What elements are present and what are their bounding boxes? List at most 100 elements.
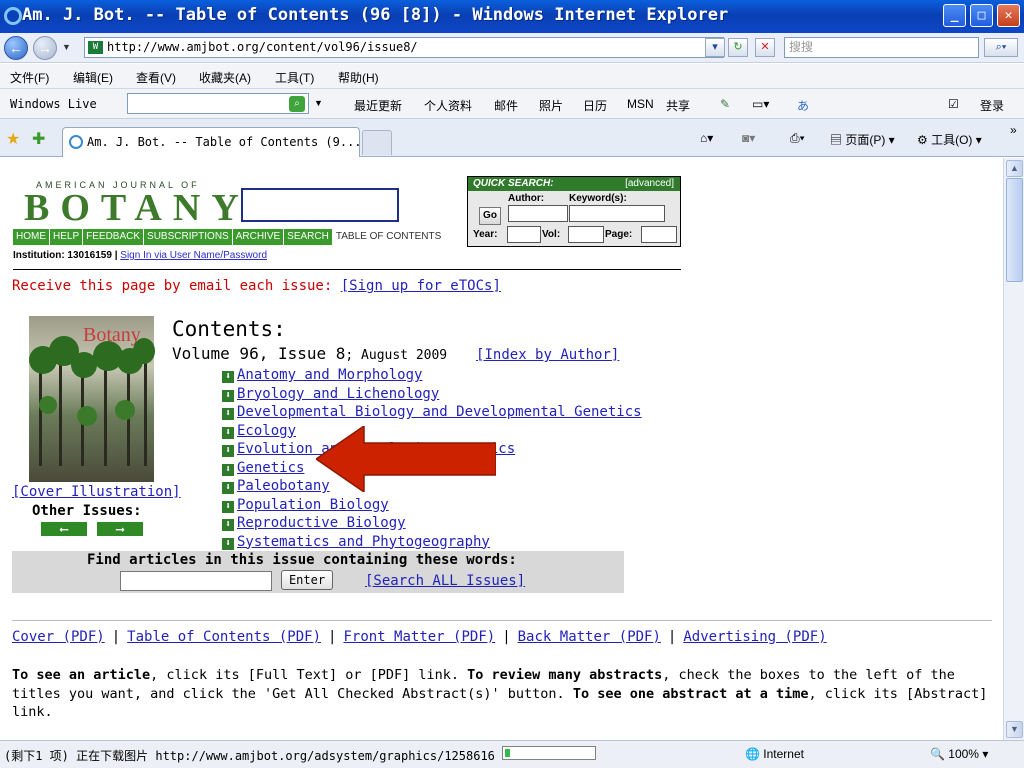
new-tab-button[interactable] <box>362 130 392 155</box>
wl-edit-icon[interactable]: ✎ <box>720 97 730 111</box>
menu-edit[interactable]: 编辑(E) <box>73 69 113 86</box>
scroll-down-icon[interactable]: ▼ <box>1006 721 1023 738</box>
wl-link-mail[interactable]: 邮件 <box>494 97 518 114</box>
section-link[interactable]: Systematics and Phytogeography <box>237 534 490 550</box>
wl-checkbox-icon[interactable]: ☑ <box>948 97 959 111</box>
nav-archive[interactable]: ARCHIVE <box>232 229 284 245</box>
section-jump-arrow-icon[interactable]: ⬇ <box>222 371 234 383</box>
section-link[interactable]: Population Biology <box>237 497 389 513</box>
feeds-icon[interactable]: ◙▾ <box>742 131 755 145</box>
add-favorite-icon[interactable]: ✚ <box>32 129 45 149</box>
maximize-button[interactable]: □ <box>970 4 993 27</box>
advertising-pdf-link[interactable]: Advertising (PDF) <box>683 629 826 645</box>
menu-view[interactable]: 查看(V) <box>136 69 176 86</box>
nav-help[interactable]: HELP <box>50 229 83 245</box>
section-jump-arrow-icon[interactable]: ⬇ <box>222 519 234 531</box>
etoc-signup-link[interactable]: [Sign up for eTOCs] <box>341 278 501 294</box>
zoom-control[interactable]: 🔍 100% ▾ <box>930 747 988 761</box>
refresh-button[interactable]: ↻ <box>728 38 748 57</box>
section-link[interactable]: Ecology <box>237 423 296 439</box>
search-input[interactable]: 搜搜 <box>784 37 979 58</box>
wl-link-profile[interactable]: 个人资料 <box>424 97 472 114</box>
wl-link-share[interactable]: 共享 <box>666 97 690 114</box>
year-label: Year: <box>473 229 498 240</box>
chevron-more-icon[interactable]: » <box>1010 123 1017 137</box>
section-jump-arrow-icon[interactable]: ⬇ <box>222 408 234 420</box>
wl-translate-icon[interactable]: あ <box>797 97 809 114</box>
window-title-bar[interactable]: e Am. J. Bot. -- Table of Contents (96 [… <box>0 0 1024 33</box>
search-all-issues-link[interactable]: [Search ALL Issues] <box>365 573 525 589</box>
back-button[interactable]: ← <box>4 36 28 60</box>
back-matter-pdf-link[interactable]: Back Matter (PDF) <box>518 629 661 645</box>
menu-help[interactable]: 帮助(H) <box>338 69 379 86</box>
cover-pdf-link[interactable]: Cover (PDF) <box>12 629 105 645</box>
minimize-button[interactable]: _ <box>943 4 966 27</box>
close-button[interactable]: ✕ <box>997 4 1020 27</box>
section-link[interactable]: Developmental Biology and Developmental … <box>237 404 642 420</box>
nav-feedback[interactable]: FEEDBACK <box>83 229 144 245</box>
previous-issue-arrow-icon[interactable]: ⟵ <box>41 522 87 536</box>
cover-illustration-link[interactable]: [Cover Illustration] <box>12 484 181 500</box>
vertical-scrollbar[interactable]: ▲ ▼ <box>1003 158 1024 740</box>
cover-image[interactable]: Botany <box>29 316 155 482</box>
toc-pdf-link[interactable]: Table of Contents (PDF) <box>127 629 321 645</box>
advanced-search-link[interactable]: [advanced] <box>625 178 674 189</box>
print-icon[interactable]: ⎙▾ <box>790 131 805 146</box>
nav-search[interactable]: SEARCH <box>284 229 332 245</box>
nav-table-of-contents[interactable]: TABLE OF CONTENTS <box>332 229 445 245</box>
journal-logo[interactable]: BOTANY <box>24 186 250 230</box>
wl-login[interactable]: 登录 <box>980 97 1004 114</box>
year-input[interactable] <box>507 226 541 243</box>
favorites-star-icon[interactable]: ★ <box>6 129 20 149</box>
stop-button[interactable]: ✕ <box>755 38 775 57</box>
tools-menu[interactable]: ⚙ 工具(O) ▾ <box>917 131 982 148</box>
author-input[interactable] <box>508 205 568 222</box>
section-link[interactable]: Bryology and Lichenology <box>237 386 439 402</box>
section-jump-arrow-icon[interactable]: ⬇ <box>222 445 234 457</box>
menu-favorites[interactable]: 收藏夹(A) <box>199 69 251 86</box>
section-jump-arrow-icon[interactable]: ⬇ <box>222 426 234 439</box>
section-jump-arrow-icon[interactable]: ⬇ <box>222 463 234 476</box>
section-jump-arrow-icon[interactable]: ⬇ <box>222 389 234 402</box>
wl-link-msn[interactable]: MSN <box>627 97 654 111</box>
find-enter-button[interactable]: Enter <box>281 570 333 590</box>
windows-live-search-input[interactable] <box>127 93 309 114</box>
vol-input[interactable] <box>568 226 604 243</box>
wl-link-calendar[interactable]: 日历 <box>583 97 607 114</box>
signin-link[interactable]: Sign In via User Name/Password <box>120 250 267 261</box>
page-menu[interactable]: ▤ 页面(P) ▾ <box>830 131 895 148</box>
wl-link-updates[interactable]: 最近更新 <box>354 97 402 114</box>
section-link[interactable]: Anatomy and Morphology <box>237 367 422 383</box>
scroll-up-icon[interactable]: ▲ <box>1006 160 1023 177</box>
banner-ad-box[interactable] <box>241 188 399 222</box>
page-input[interactable] <box>641 226 677 243</box>
nav-home[interactable]: HOME <box>13 229 49 245</box>
forward-button[interactable]: → <box>33 36 57 60</box>
section-link[interactable]: Genetics <box>237 460 304 476</box>
quick-search-go-button[interactable]: Go <box>479 207 501 225</box>
front-matter-pdf-link[interactable]: Front Matter (PDF) <box>343 629 495 645</box>
find-words-input[interactable] <box>120 571 272 591</box>
history-dropdown-icon[interactable]: ▼ <box>62 42 71 52</box>
next-issue-arrow-icon[interactable]: ⟶ <box>97 522 143 536</box>
home-icon[interactable]: ⌂▾ <box>700 131 713 145</box>
security-zone[interactable]: 🌐 Internet <box>745 747 804 761</box>
nav-subscriptions[interactable]: SUBSCRIPTIONS <box>144 229 232 245</box>
search-button[interactable]: ⌕▾ <box>984 38 1018 57</box>
section-jump-arrow-icon[interactable]: ⬇ <box>222 482 234 494</box>
menu-tools[interactable]: 工具(T) <box>275 69 314 86</box>
wl-link-photos[interactable]: 照片 <box>539 97 563 114</box>
section-jump-arrow-icon[interactable]: ⬇ <box>222 537 234 550</box>
section-link[interactable]: Reproductive Biology <box>237 515 406 531</box>
index-by-author-link[interactable]: [Index by Author] <box>476 347 619 363</box>
windows-live-search-icon[interactable]: ⌕ <box>289 96 305 112</box>
menu-file[interactable]: 文件(F) <box>10 69 49 86</box>
section-jump-arrow-icon[interactable]: ⬇ <box>222 500 234 513</box>
scroll-thumb[interactable] <box>1006 178 1023 282</box>
tab-active[interactable]: Am. J. Bot. -- Table of Contents (9... <box>62 127 360 157</box>
keywords-input[interactable] <box>569 205 665 222</box>
address-input[interactable]: W http://www.amjbot.org/content/vol96/is… <box>84 37 724 58</box>
address-dropdown-icon[interactable]: ▾ <box>705 38 725 57</box>
windows-live-dropdown-icon[interactable]: ▼ <box>314 98 323 108</box>
wl-mail-icon[interactable]: ▭▾ <box>752 97 769 111</box>
